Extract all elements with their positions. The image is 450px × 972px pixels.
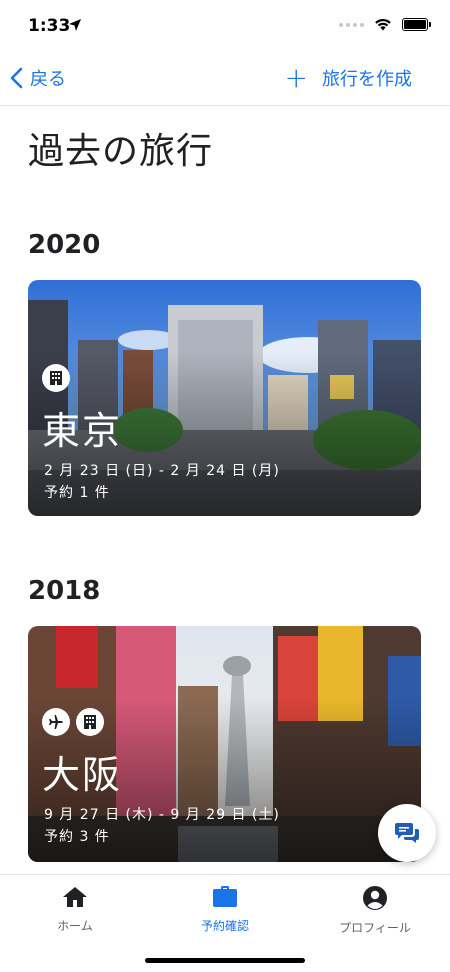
battery-icon xyxy=(402,18,431,31)
card-gradient-overlay xyxy=(28,280,421,516)
back-button[interactable]: 戻る xyxy=(10,65,66,91)
page-title: 過去の旅行 xyxy=(28,131,214,172)
trip-dates: 2 月 23 日 (日) - 2 月 24 日 (月) xyxy=(44,463,280,479)
location-arrow-icon xyxy=(69,19,81,31)
year-heading-2020: 2020 xyxy=(28,230,101,260)
chat-icon xyxy=(395,823,419,843)
create-trip-label: 旅行を作成 xyxy=(322,69,412,90)
briefcase-icon xyxy=(213,886,237,907)
trip-dates: 9 月 27 日 (木) - 9 月 29 日 (土) xyxy=(44,807,280,823)
tab-bookings[interactable]: 予約確認 xyxy=(165,885,285,934)
status-indicators xyxy=(339,18,431,31)
tab-home[interactable]: ホーム xyxy=(15,885,135,934)
tab-profile[interactable]: プロフィール xyxy=(315,885,435,936)
tab-home-label: ホーム xyxy=(57,919,93,933)
trip-city-name: 大阪 xyxy=(42,753,123,797)
plus-icon: + xyxy=(284,61,308,94)
trip-card-tokyo[interactable]: 東京 2 月 23 日 (日) - 2 月 24 日 (月) 予約 1 件 xyxy=(28,280,421,516)
reservation-type-icons xyxy=(42,708,104,736)
trip-card-osaka[interactable]: 大阪 9 月 27 日 (木) - 9 月 29 日 (土) 予約 3 件 xyxy=(28,626,421,862)
tab-profile-label: プロフィール xyxy=(339,921,411,935)
status-time: 1:33 xyxy=(28,16,71,36)
reservation-type-icons xyxy=(42,364,70,392)
building-icon xyxy=(76,708,104,736)
navigation-bar: 戻る + 旅行を作成 xyxy=(0,52,450,106)
reservation-count: 予約 1 件 xyxy=(44,485,110,501)
status-bar: 1:33 xyxy=(0,0,450,50)
cellular-signal-icon xyxy=(339,22,364,27)
chat-button[interactable] xyxy=(378,804,436,862)
home-icon xyxy=(63,887,87,907)
wifi-icon xyxy=(375,18,391,31)
building-icon xyxy=(42,364,70,392)
chevron-left-icon xyxy=(10,67,23,89)
year-heading-2018: 2018 xyxy=(28,576,101,606)
account-icon xyxy=(363,886,387,910)
trip-city-name: 東京 xyxy=(42,409,123,453)
reservation-count: 予約 3 件 xyxy=(44,829,110,845)
home-indicator xyxy=(145,958,305,963)
create-trip-button[interactable]: + 旅行を作成 xyxy=(284,61,412,94)
airplane-icon xyxy=(42,708,70,736)
back-button-label: 戻る xyxy=(30,69,66,90)
tab-bookings-label: 予約確認 xyxy=(200,919,249,933)
